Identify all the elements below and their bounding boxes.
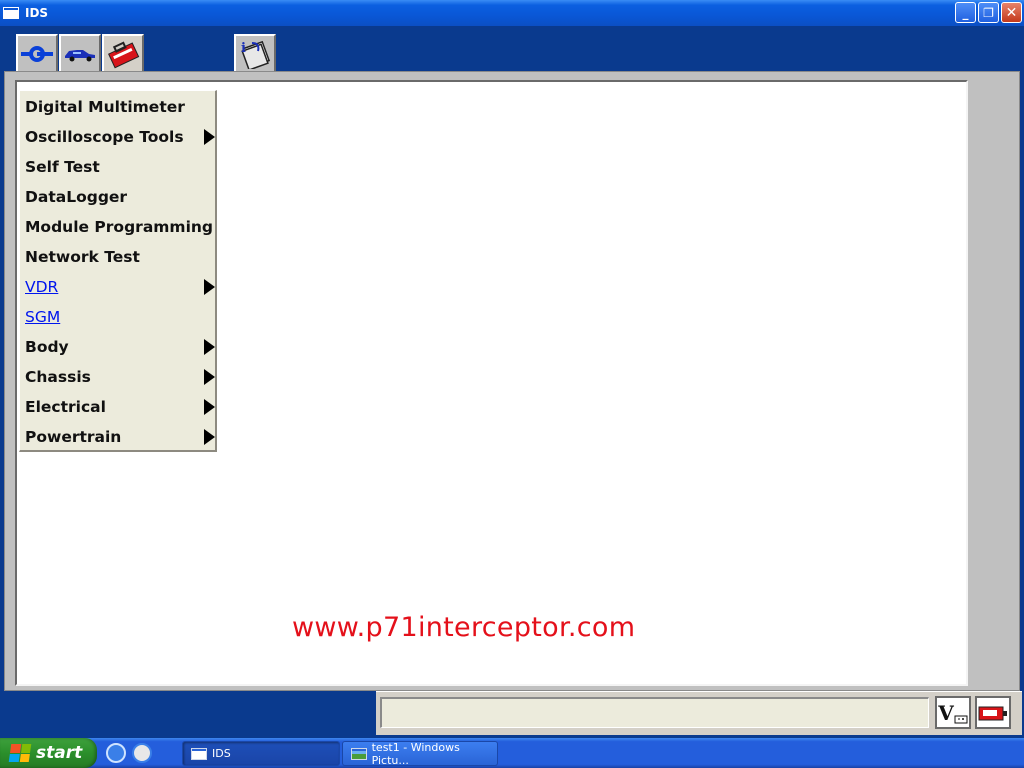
app-window-icon	[3, 7, 19, 19]
tab-connect[interactable]	[16, 34, 58, 71]
tab-info[interactable]: i	[234, 34, 276, 71]
menu-item-label: Self Test	[25, 158, 100, 176]
menu-item-oscilloscope-tools[interactable]: Oscilloscope Tools	[25, 122, 215, 152]
vehicle-icon	[65, 49, 95, 61]
tab-vehicle[interactable]	[59, 34, 101, 71]
submenu-arrow-icon	[204, 129, 215, 145]
window-icon	[191, 747, 207, 760]
vehicle-voltage-button[interactable]: V	[935, 696, 971, 729]
submenu-arrow-icon	[204, 429, 215, 445]
close-button[interactable]: ✕	[1001, 2, 1022, 23]
menu-item-label: DataLogger	[25, 188, 128, 206]
menu-item-label: Electrical	[25, 398, 106, 416]
toolbox-icon	[108, 41, 140, 69]
menu-item-label: Module Programming	[25, 218, 214, 236]
menu-item-label: Powertrain	[25, 428, 122, 446]
menu-item-sgm[interactable]: SGM	[25, 302, 215, 332]
menu-item-network-test[interactable]: Network Test	[25, 242, 215, 272]
taskbar-item-picture-viewer[interactable]: test1 - Windows Pictu...	[342, 740, 498, 767]
status-message-field	[380, 697, 929, 728]
window-title: IDS	[25, 6, 49, 20]
menu-item-body[interactable]: Body	[25, 332, 215, 362]
submenu-arrow-icon	[204, 279, 215, 295]
menu-item-label: Body	[25, 338, 69, 356]
voltage-icon: V	[938, 700, 954, 725]
taskbar-item-label: IDS	[212, 747, 231, 760]
menu-item-powertrain[interactable]: Powertrain	[25, 422, 215, 452]
start-button[interactable]: start	[0, 738, 97, 768]
submenu-arrow-icon	[204, 339, 215, 355]
submenu-arrow-icon	[204, 399, 215, 415]
info-book-icon: i	[241, 40, 271, 69]
taskbar-item-label: test1 - Windows Pictu...	[371, 740, 460, 767]
quick-launch	[106, 743, 152, 763]
tab-toolbox[interactable]	[102, 34, 144, 72]
menu-item-digital-multimeter[interactable]: Digital Multimeter	[25, 92, 215, 122]
toolbox-menu: Digital Multimeter Oscilloscope Tools Se…	[19, 90, 217, 452]
svg-text:i: i	[241, 41, 246, 56]
status-panel: V	[376, 691, 1022, 735]
menu-item-label: SGM	[25, 308, 61, 326]
submenu-arrow-icon	[204, 369, 215, 385]
start-label: start	[36, 743, 83, 763]
menu-item-label: VDR	[25, 278, 59, 296]
picture-icon	[351, 747, 367, 760]
windows-logo-icon	[8, 744, 32, 762]
menu-item-electrical[interactable]: Electrical	[25, 392, 215, 422]
menu-item-label: Network Test	[25, 248, 140, 266]
restore-button[interactable]: ❐	[978, 2, 999, 23]
internet-explorer-icon[interactable]	[106, 743, 126, 763]
connect-icon	[21, 45, 53, 62]
taskbar-item-ids[interactable]: IDS	[182, 741, 340, 766]
menu-item-self-test[interactable]: Self Test	[25, 152, 215, 182]
battery-small-icon	[954, 715, 968, 723]
browser-icon[interactable]	[132, 743, 152, 763]
menu-item-label: Oscilloscope Tools	[25, 128, 184, 146]
menu-item-label: Chassis	[25, 368, 91, 386]
vcm-status-button[interactable]	[975, 696, 1011, 729]
menu-item-vdr[interactable]: VDR	[25, 272, 215, 302]
toolbar: i	[0, 26, 1024, 72]
window-controls: _ ❐ ✕	[955, 2, 1022, 23]
menu-item-chassis[interactable]: Chassis	[25, 362, 215, 392]
menu-item-label: Digital Multimeter	[25, 98, 185, 116]
taskbar: start IDS test1 - Windows Pictu...	[0, 738, 1024, 768]
menu-item-module-programming[interactable]: Module Programming	[25, 212, 215, 242]
menu-item-datalogger[interactable]: DataLogger	[25, 182, 215, 212]
status-area: V	[4, 691, 1022, 735]
watermark-text: www.p71interceptor.com	[292, 612, 636, 643]
battery-icon	[978, 706, 1007, 720]
window-titlebar: IDS _ ❐ ✕	[0, 0, 1024, 26]
minimize-button[interactable]: _	[955, 2, 976, 23]
